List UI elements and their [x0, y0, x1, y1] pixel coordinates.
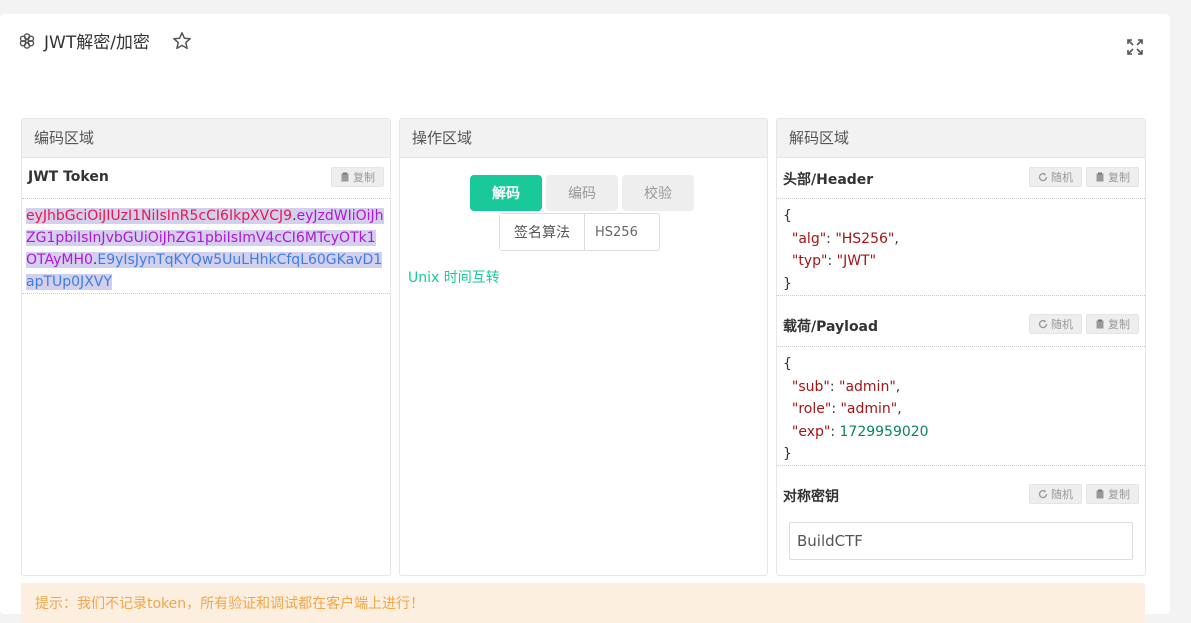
algorithm-value[interactable]: HS256: [585, 214, 659, 250]
random-key-label: 随机: [1051, 488, 1073, 501]
token-header-part: eyJhbGciOiJIUzI1NiIsInR5cCI6IkpXVCJ9: [26, 208, 293, 224]
payload-section-title: 载荷/Payload: [783, 319, 879, 335]
random-key-button[interactable]: 随机: [1029, 484, 1082, 504]
header-section-title: 头部/Header: [783, 172, 874, 188]
sub-key: "sub": [791, 378, 830, 395]
copy-token-button[interactable]: 复制: [331, 167, 384, 187]
tab-encode[interactable]: 编码: [546, 175, 618, 211]
copy-token-label: 复制: [353, 171, 375, 184]
operation-tabs: 解码 编码 校验: [470, 175, 694, 211]
copy-key-button[interactable]: 复制: [1086, 484, 1139, 504]
typ-key: "typ": [791, 253, 828, 269]
clipboard-icon: [1096, 489, 1104, 499]
sub-value: "admin": [839, 378, 896, 395]
alg-value: "HS256": [835, 230, 895, 247]
key-section-head: 对称密钥 随机 复制: [777, 466, 1145, 516]
encode-panel-title: 编码区域: [22, 119, 390, 158]
refresh-icon: [1038, 489, 1048, 499]
encode-panel: 编码区域 JWT Token 复制 eyJhbGciOiJIUzI1NiIsIn…: [21, 118, 391, 576]
settings-gear-icon: [18, 32, 36, 50]
page-header: JWT解密/加密: [18, 28, 192, 53]
alg-key: "alg": [791, 230, 827, 247]
refresh-icon: [1038, 319, 1048, 329]
privacy-tip: 提示：我们不记录token，所有验证和调试都在客户端上进行！: [21, 583, 1145, 623]
jwt-token-header: JWT Token 复制: [22, 158, 390, 198]
random-header-button[interactable]: 随机: [1029, 167, 1082, 187]
typ-value: "JWT": [836, 253, 877, 269]
copy-payload-label: 复制: [1108, 318, 1130, 331]
copy-header-button[interactable]: 复制: [1086, 167, 1139, 187]
expand-icon[interactable]: [1126, 38, 1144, 56]
page-title: JWT解密/加密: [44, 33, 150, 53]
algorithm-label: 签名算法: [500, 214, 585, 250]
copy-payload-button[interactable]: 复制: [1086, 314, 1139, 334]
decode-panel: 解码区域 头部/Header 随机 复制 { "alg": "HS256", "…: [776, 118, 1146, 576]
jwt-token-label: JWT Token: [28, 169, 109, 185]
copy-header-label: 复制: [1108, 171, 1130, 184]
unix-time-link[interactable]: Unix 时间互转: [408, 267, 500, 287]
role-key: "role": [791, 401, 832, 417]
role-value: "admin": [840, 401, 898, 417]
star-icon[interactable]: [172, 31, 192, 51]
random-payload-label: 随机: [1051, 318, 1073, 331]
operation-panel: 操作区域 解码 编码 校验 签名算法 HS256 Unix 时间互转: [399, 118, 768, 576]
tab-verify[interactable]: 校验: [622, 175, 694, 211]
refresh-icon: [1038, 172, 1048, 182]
header-json-editor[interactable]: { "alg": "HS256", "typ": "JWT" }: [777, 198, 1145, 296]
jwt-token-input[interactable]: eyJhbGciOiJIUzI1NiIsInR5cCI6IkpXVCJ9.eyJ…: [22, 198, 390, 294]
exp-key: "exp": [791, 423, 831, 440]
payload-section-head: 载荷/Payload 随机 复制: [777, 296, 1145, 346]
copy-key-label: 复制: [1108, 488, 1130, 501]
operation-panel-title: 操作区域: [400, 119, 767, 158]
payload-json-editor[interactable]: { "sub": "admin", "role": "admin", "exp"…: [777, 346, 1145, 466]
random-header-label: 随机: [1051, 171, 1073, 184]
random-payload-button[interactable]: 随机: [1029, 314, 1082, 334]
tab-decode[interactable]: 解码: [470, 175, 542, 211]
clipboard-icon: [341, 172, 349, 182]
algorithm-select[interactable]: 签名算法 HS256: [499, 213, 660, 251]
exp-value: 1729959020: [839, 423, 929, 440]
header-section-head: 头部/Header 随机 复制: [777, 158, 1145, 198]
key-section-title: 对称密钥: [783, 489, 839, 505]
clipboard-icon: [1096, 319, 1104, 329]
clipboard-icon: [1096, 172, 1104, 182]
decode-panel-title: 解码区域: [777, 119, 1145, 158]
secret-key-input[interactable]: BuildCTF: [789, 522, 1133, 560]
